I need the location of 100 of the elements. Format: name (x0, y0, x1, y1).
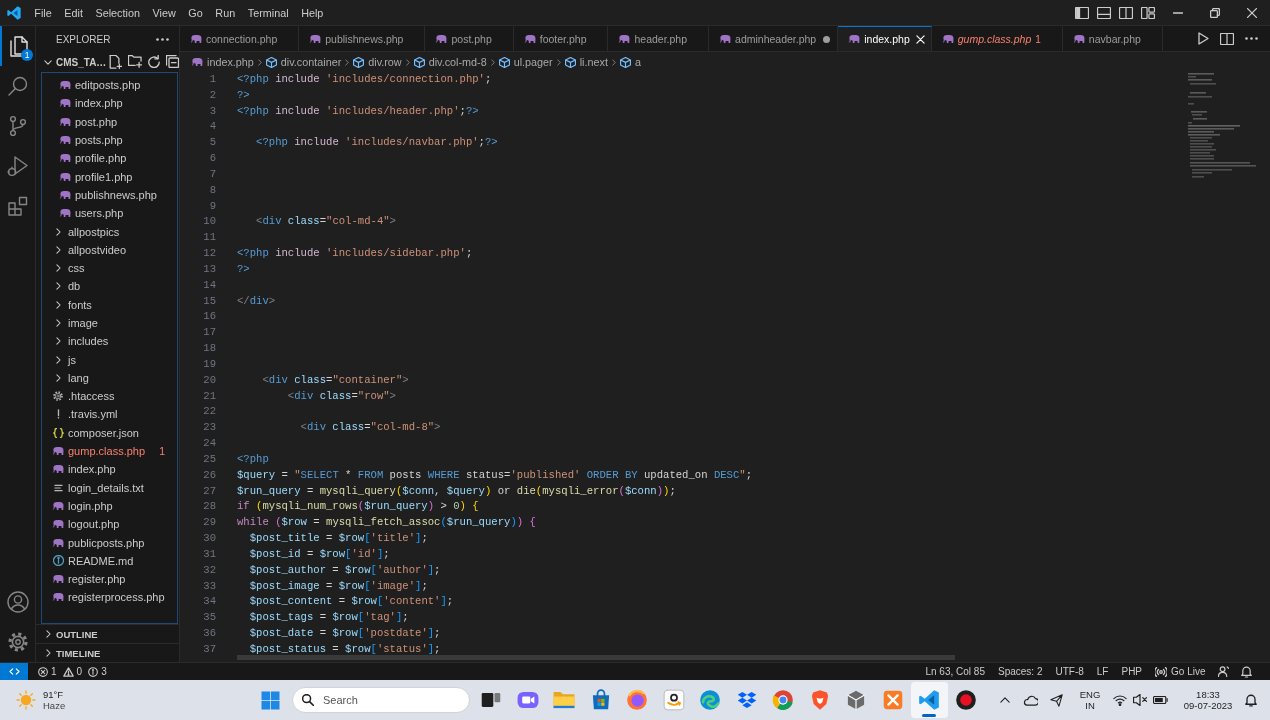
folder-item[interactable]: lang (42, 368, 177, 388)
send-icon[interactable] (1049, 693, 1063, 707)
tree-item[interactable]: editposts.php (42, 76, 177, 95)
breadcrumb-item[interactable]: div.container (265, 56, 342, 68)
clock-time[interactable]: 18:33 (1196, 689, 1220, 700)
tree-item[interactable]: logout.php (42, 515, 177, 534)
tree-item[interactable]: registerprocess.php (42, 588, 177, 607)
code-line: <div class="container"> (262, 372, 409, 388)
elephant-icon (59, 153, 71, 164)
breadcrumb-item[interactable]: li.next (564, 56, 608, 68)
folder-header[interactable]: CMS_TA… (36, 52, 179, 72)
folder-item[interactable]: allpostvideo (42, 240, 177, 259)
menu-item[interactable]: Selection (89, 4, 147, 21)
menu-item[interactable]: Terminal (241, 4, 295, 21)
menu-item[interactable]: Edit (58, 4, 90, 21)
folder-item[interactable]: db (42, 277, 177, 296)
breadcrumb-item[interactable]: index.php (191, 56, 254, 68)
menu-item[interactable]: File (28, 4, 58, 21)
region-code[interactable]: IN (1085, 700, 1095, 711)
tree-item[interactable]: .htaccess (42, 387, 177, 406)
breadcrumb-item[interactable]: a (619, 56, 641, 68)
collapse-all-icon[interactable] (166, 55, 180, 68)
tree-item[interactable]: users.php (42, 204, 177, 223)
split-editor-icon[interactable] (1220, 32, 1234, 45)
tree-item[interactable]: .travis.yml (42, 405, 177, 424)
battery-icon[interactable] (1152, 696, 1168, 704)
tree-item[interactable]: profile1.php (42, 167, 177, 186)
tree-item[interactable]: publicposts.php (42, 533, 177, 552)
breadcrumb-item[interactable]: div.col-md-8 (413, 56, 487, 68)
folder-item[interactable]: js (42, 350, 177, 369)
tree-item[interactable]: post.php (42, 112, 177, 131)
tree-item[interactable]: composer.json (42, 423, 177, 442)
tree-item[interactable]: posts.php (42, 130, 177, 150)
tree-item[interactable]: login_details.txt (42, 478, 177, 497)
tree-item[interactable]: register.php (42, 570, 177, 589)
search-icon[interactable] (6, 75, 29, 97)
tree-item[interactable]: index.php (42, 94, 177, 113)
status-item[interactable]: PHP (1114, 666, 1149, 677)
close-icon[interactable] (915, 34, 925, 44)
status-item[interactable]: LF (1090, 666, 1115, 677)
refresh-icon[interactable] (148, 55, 161, 68)
line-number: 35 (202, 610, 216, 626)
cloud-icon[interactable] (1022, 694, 1038, 706)
split-layout-icon[interactable] (1119, 6, 1133, 19)
menu-item[interactable]: Go (182, 4, 210, 21)
status-item[interactable]: UTF-8 (1048, 666, 1091, 677)
panel-title: EXPLORER (56, 33, 111, 45)
tree-item[interactable]: login.php (42, 496, 177, 516)
new-file-icon[interactable] (109, 55, 123, 69)
menu-item[interactable]: Run (209, 4, 242, 21)
breadcrumb-item[interactable]: ul.pager (498, 56, 553, 68)
line-number: 1 (208, 72, 216, 87)
problems-button[interactable]: 1 0 3 (32, 666, 113, 677)
menu-item[interactable]: View (146, 4, 183, 21)
line-number: 10 (202, 214, 216, 230)
muted-speaker-icon[interactable] (1133, 694, 1147, 706)
new-folder-icon[interactable] (128, 55, 143, 68)
code-line: while ($row = mysqli_fetch_assoc($run_query)) { (237, 515, 536, 531)
folder-item[interactable]: includes (42, 332, 177, 351)
tree-item[interactable]: publishnews.php (42, 185, 177, 205)
chevron-up-icon[interactable] (1000, 697, 1010, 703)
account-icon[interactable] (6, 591, 29, 613)
tree-item[interactable]: profile.php (42, 149, 177, 168)
menu-item[interactable]: Help (294, 4, 330, 21)
extensions-icon[interactable] (6, 195, 29, 217)
remote-button[interactable] (0, 663, 28, 680)
folder-item[interactable]: image (42, 313, 177, 333)
section-header[interactable]: OUTLINE (36, 624, 179, 643)
status-item[interactable]: Ln 63, Col 85 (918, 666, 992, 677)
tree-item[interactable]: index.php (42, 460, 177, 479)
wifi-icon[interactable] (1113, 694, 1127, 706)
globe-icon (626, 689, 649, 711)
clock-date[interactable]: 09-07-2023 (1183, 700, 1233, 711)
start-icon[interactable] (260, 690, 280, 710)
bell-icon[interactable] (1241, 665, 1252, 678)
scrollbar[interactable] (237, 655, 955, 660)
line-number: 13 (202, 261, 216, 277)
folder-item[interactable]: fonts (42, 295, 177, 314)
sidebar-layout-icon[interactable] (1075, 6, 1089, 19)
panel-layout-icon[interactable] (1097, 6, 1111, 19)
folder-item[interactable]: allpostpics (42, 222, 177, 241)
run-icon[interactable] (1198, 32, 1209, 45)
elephant-icon (848, 34, 861, 44)
folder-item[interactable]: css (42, 258, 177, 278)
code-editor-icon (918, 689, 941, 711)
grid-layout-icon[interactable] (1141, 6, 1155, 19)
breadcrumb-item[interactable]: div.row (353, 56, 402, 68)
language-code[interactable]: ENG (1079, 689, 1101, 700)
status-item[interactable]: Go Live (1148, 666, 1212, 677)
tree-item[interactable]: README.md (42, 551, 177, 570)
more-icon[interactable] (156, 37, 169, 41)
more-icon[interactable] (1245, 37, 1258, 40)
search-field[interactable]: Search (292, 687, 470, 713)
person-icon[interactable] (1218, 666, 1229, 677)
tree-item[interactable]: gump.class.php 1 (42, 441, 177, 461)
status-item[interactable]: Spaces: 2 (991, 666, 1049, 677)
run-debug-icon[interactable] (6, 155, 29, 177)
line-number: 23 (202, 420, 216, 436)
bell-icon[interactable] (1245, 693, 1257, 707)
settings-icon[interactable] (6, 631, 29, 653)
